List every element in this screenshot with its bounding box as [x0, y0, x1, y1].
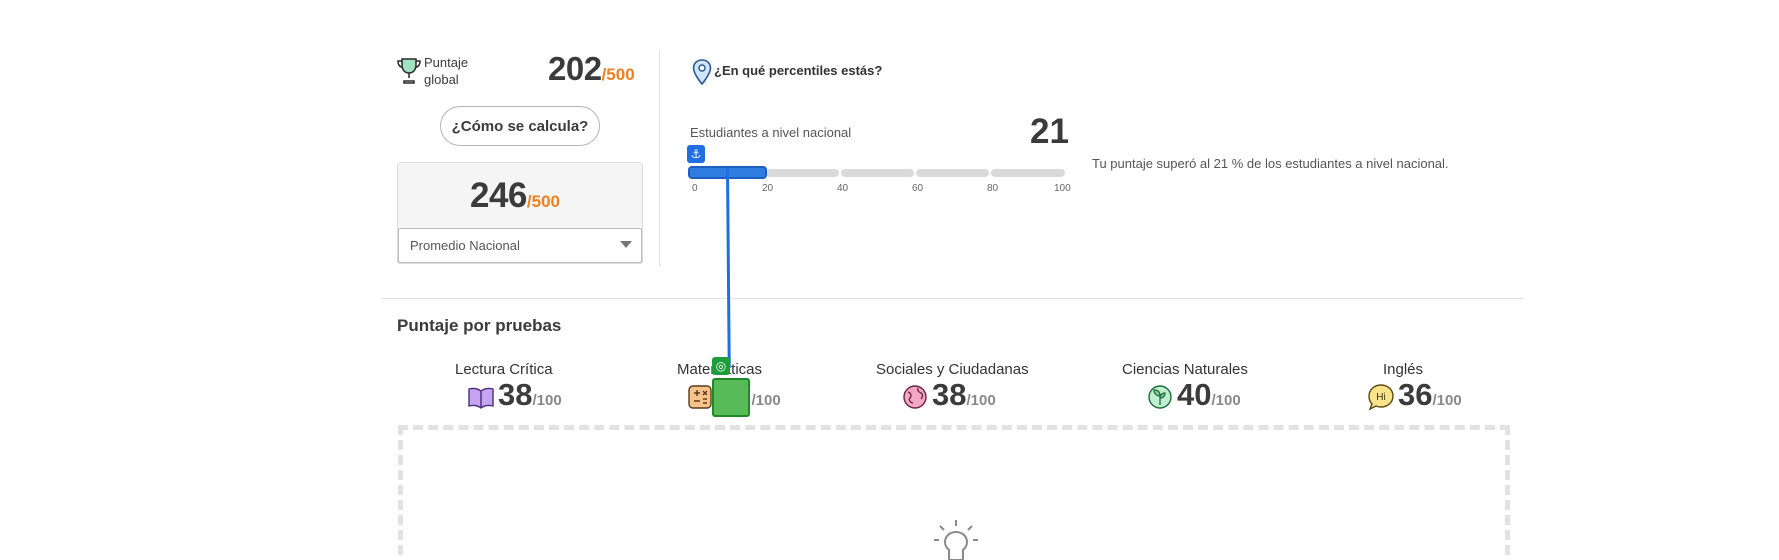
- calculator-icon: [688, 385, 712, 409]
- focus-connector-line: [726, 167, 731, 369]
- comparison-select[interactable]: Promedio Nacional: [398, 228, 642, 263]
- global-score: 202/500: [548, 50, 635, 88]
- subject-score-max: /100: [751, 392, 781, 409]
- vertical-divider: [659, 50, 660, 266]
- speech-hi-icon: Hi: [1368, 384, 1394, 411]
- subject-score-value: 36: [1398, 377, 1433, 412]
- subject-score-ingles: Hi 36/100: [1366, 378, 1462, 412]
- subject-score-max: /100: [1432, 392, 1462, 409]
- percentile-tick: 60: [912, 183, 924, 194]
- chevron-down-icon: [620, 241, 632, 248]
- horizontal-divider: [382, 298, 1524, 299]
- subject-score-max: /100: [1211, 392, 1241, 409]
- leaf-icon: [1148, 385, 1172, 409]
- percentile-bar-segment: [916, 169, 989, 177]
- global-score-label: Puntaje global: [424, 55, 469, 87]
- percentile-bar-segment: [766, 169, 839, 177]
- subject-score-value: 38: [498, 377, 533, 412]
- section-title-tests: Puntaje por pruebas: [397, 316, 562, 335]
- subject-name-sociales: Sociales y Ciudadanas: [876, 361, 1029, 378]
- percentile-tick: 100: [1054, 183, 1071, 194]
- percentile-value: 21: [1030, 112, 1069, 151]
- percentile-note: Tu puntaje superó al 21 % de los estudia…: [1092, 156, 1449, 171]
- lightbulb-icon: [934, 520, 978, 560]
- comparison-score-max: /500: [526, 192, 560, 211]
- national-students-label: Estudiantes a nivel nacional: [690, 125, 852, 140]
- percentile-bar-segment: [841, 169, 914, 177]
- subject-score-lectura: 38/100: [466, 378, 562, 412]
- global-score-max: /500: [601, 65, 635, 84]
- subject-name-lectura: Lectura Crítica: [455, 361, 553, 378]
- anchor-icon[interactable]: ⚓: [687, 145, 705, 163]
- global-score-value: 202: [548, 50, 602, 87]
- book-icon: [468, 387, 494, 409]
- trophy-icon: [397, 58, 421, 84]
- location-pin-icon: [692, 59, 712, 86]
- percentile-tick: 20: [762, 183, 774, 194]
- percentile-title: ¿En qué percentiles estás?: [714, 63, 883, 78]
- speech-hi-text: Hi: [1376, 392, 1385, 403]
- comparison-score-value: 246: [470, 176, 527, 215]
- how-calculated-button[interactable]: ¿Cómo se calcula?: [440, 106, 600, 146]
- subject-score-sociales: 38/100: [900, 378, 996, 412]
- target-icon[interactable]: ◎: [712, 357, 730, 375]
- percentile-tick: 40: [837, 183, 849, 194]
- subject-score-max: /100: [532, 392, 562, 409]
- subject-score-max: /100: [966, 392, 996, 409]
- focused-score-highlight[interactable]: [712, 378, 750, 417]
- subject-score-value: 40: [1177, 377, 1212, 412]
- percentile-bar-segment: [991, 169, 1065, 177]
- subject-name-ingles: Inglés: [1383, 361, 1424, 378]
- comparison-score: 246/500: [470, 176, 560, 216]
- subject-score-value: 38: [932, 377, 967, 412]
- percentile-tick: 0: [692, 183, 698, 194]
- subject-name-ciencias: Ciencias Naturales: [1122, 361, 1248, 378]
- subject-score-ciencias: 40/100: [1145, 378, 1241, 412]
- globe-icon: [903, 385, 927, 409]
- percentile-tick: 80: [987, 183, 999, 194]
